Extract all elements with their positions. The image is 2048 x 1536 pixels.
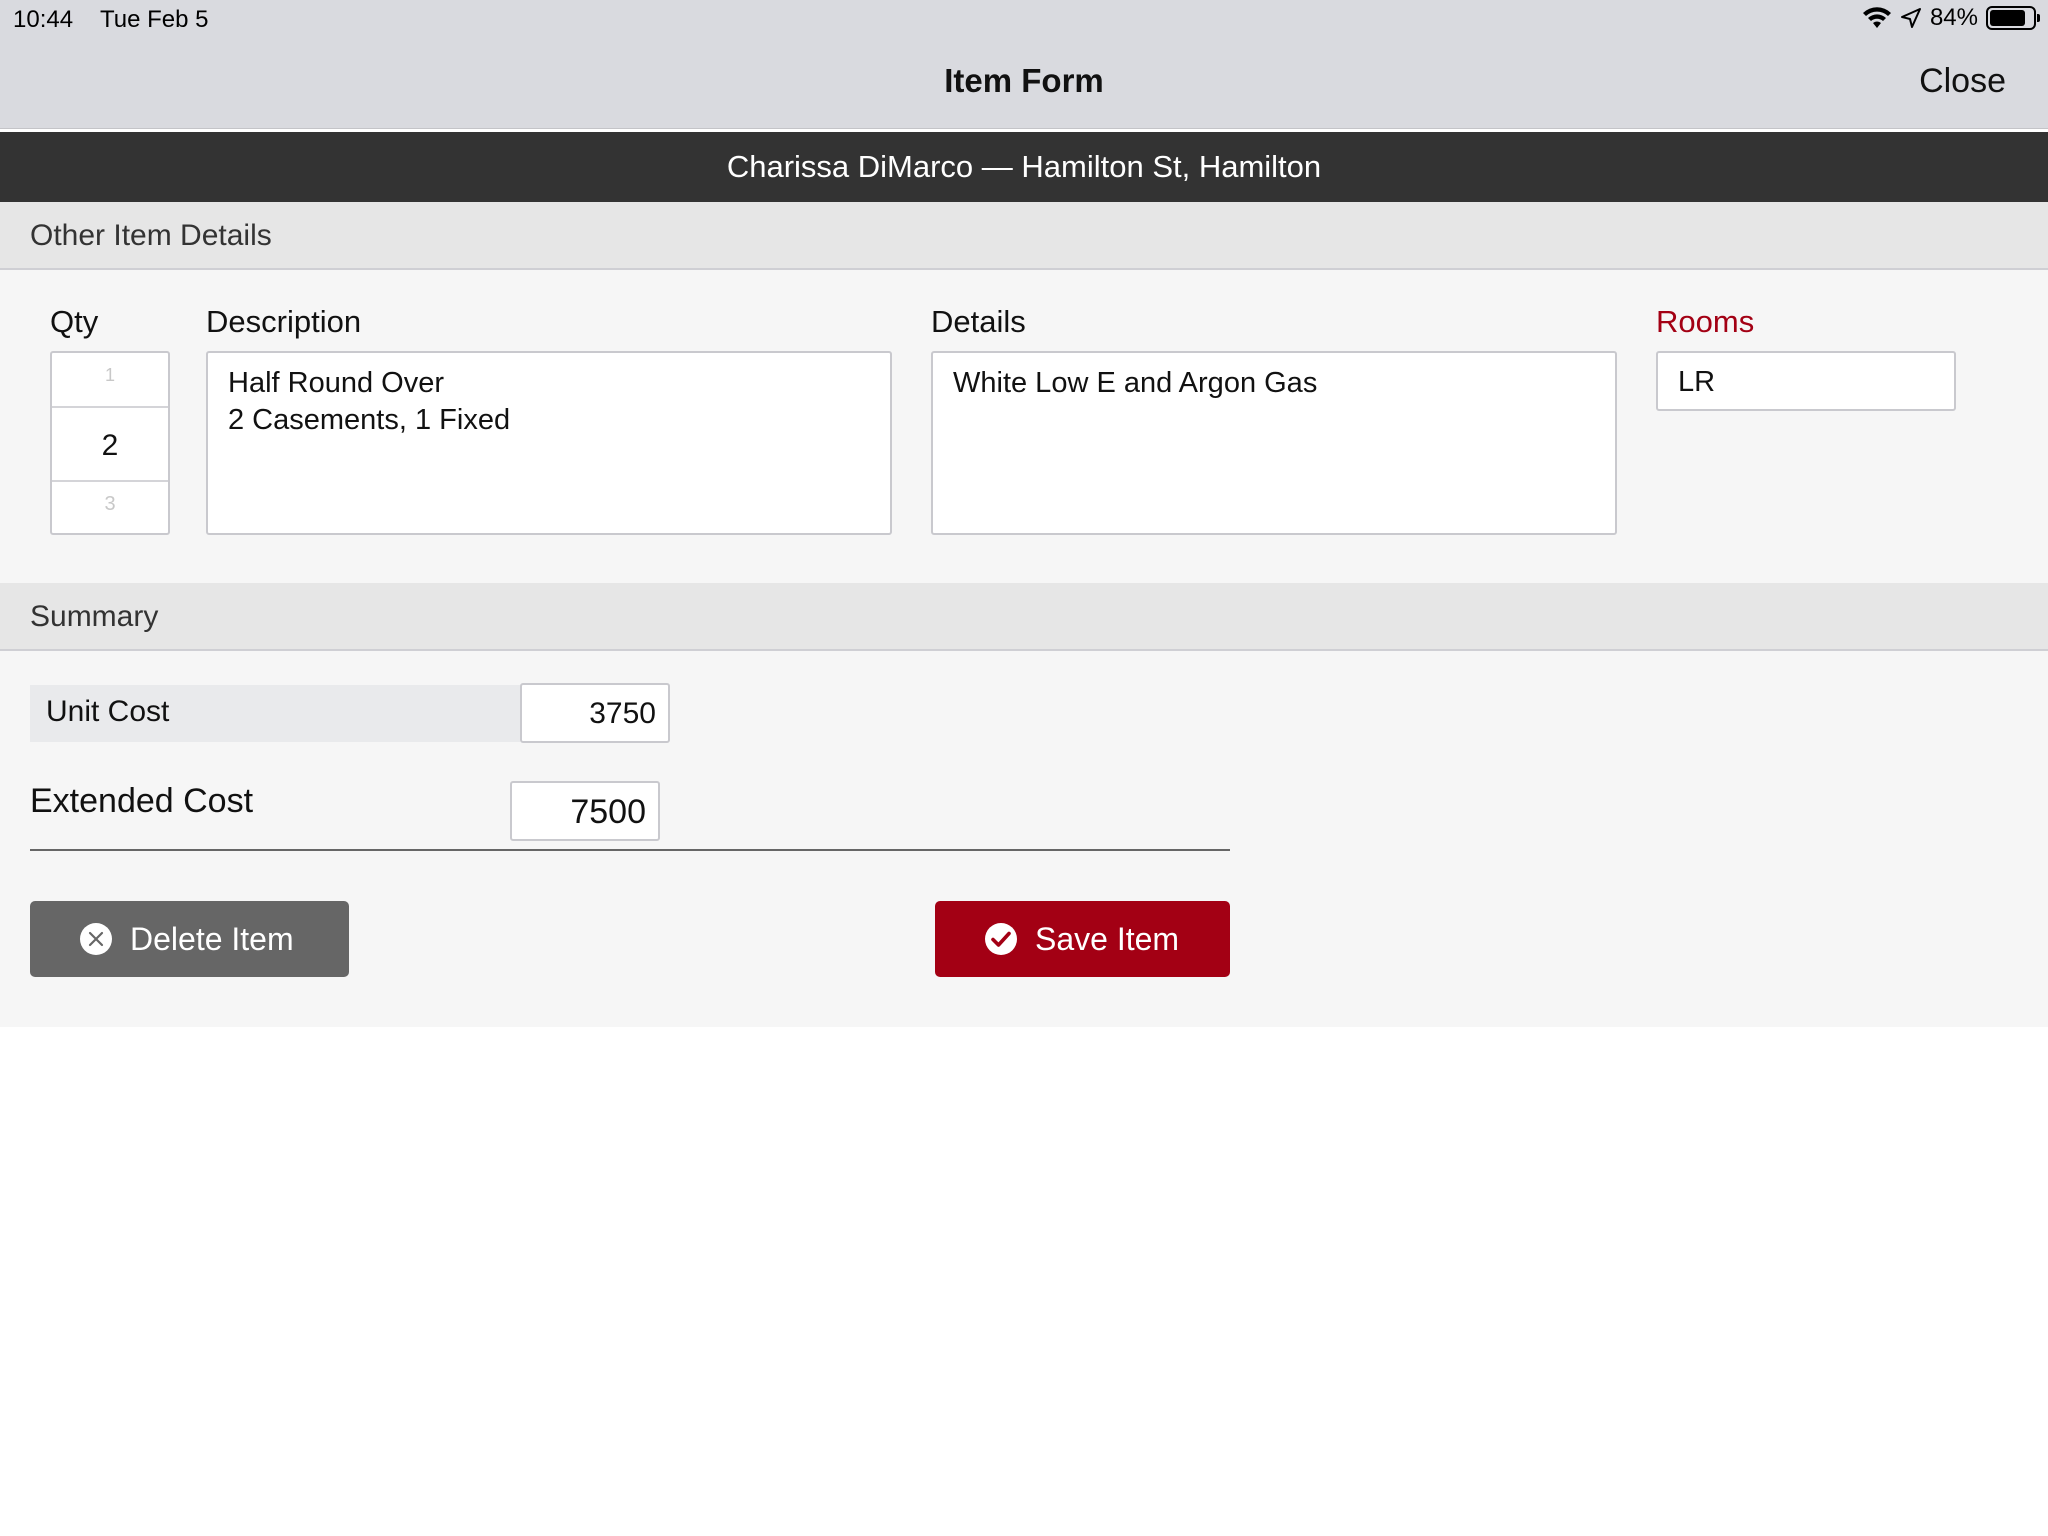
qty-prev-option[interactable]: 1 [52, 365, 168, 386]
qty-selected-value[interactable]: 2 [52, 429, 168, 463]
page-title: Item Form [944, 62, 1104, 99]
close-circle-icon [80, 923, 112, 955]
navigation-bar: Item Form Close [0, 40, 2048, 130]
description-label: Description [206, 304, 362, 339]
unit-cost-input[interactable]: 3750 [520, 683, 670, 743]
battery-icon [1986, 6, 2040, 30]
qty-label: Qty [50, 304, 99, 339]
save-item-button[interactable]: Save Item [935, 901, 1230, 977]
item-form-content: Other Item Details Qty Description Detai… [0, 202, 2048, 1027]
location-arrow-icon [1900, 8, 1921, 28]
status-time: 10:44 [13, 6, 74, 33]
picker-divider-top [52, 406, 168, 408]
close-button[interactable]: Close [1919, 62, 2006, 101]
delete-item-button[interactable]: Delete Item [30, 901, 349, 977]
save-item-label: Save Item [1035, 920, 1180, 957]
picker-divider-bottom [52, 480, 168, 482]
rooms-input[interactable]: LR [1656, 351, 1956, 411]
status-bar: 10:44 Tue Feb 5 84% [0, 0, 2048, 40]
customer-bar: Charissa DiMarco — Hamilton St, Hamilton [0, 132, 2048, 202]
section-header-other-item-details: Other Item Details [0, 202, 2048, 270]
extended-cost-value: 7500 [510, 781, 660, 841]
section-header-summary: Summary [0, 583, 2048, 651]
qty-picker[interactable]: 1 2 3 [50, 351, 170, 535]
wifi-icon [1862, 7, 1891, 28]
battery-percent: 84% [1929, 4, 1978, 31]
extended-cost-label: Extended Cost [30, 782, 254, 820]
unit-cost-row: Unit Cost [30, 685, 520, 742]
qty-next-option[interactable]: 3 [52, 493, 168, 513]
summary-divider [30, 849, 1230, 851]
rooms-label: Rooms [1656, 304, 1755, 339]
battery-fill [1990, 10, 2026, 26]
status-right: 84% [1862, 4, 2040, 32]
description-textarea[interactable]: Half Round Over 2 Casements, 1 Fixed [206, 351, 892, 535]
unit-cost-label: Unit Cost [46, 695, 170, 728]
details-label: Details [931, 304, 1026, 339]
delete-item-label: Delete Item [130, 920, 294, 957]
checkmark-circle-icon [985, 923, 1017, 955]
details-textarea[interactable]: White Low E and Argon Gas [931, 351, 1617, 535]
status-date: Tue Feb 5 [100, 6, 209, 33]
